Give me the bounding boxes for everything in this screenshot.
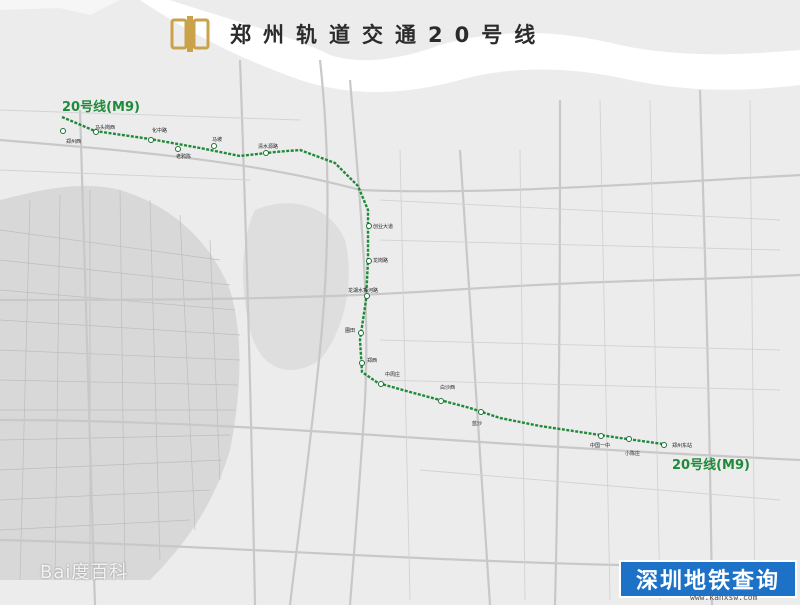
station-label: 中周庄 xyxy=(385,372,401,378)
station-marker xyxy=(365,222,372,229)
station-marker xyxy=(477,408,484,415)
basemap xyxy=(0,0,800,605)
station-label: 马头岗西 xyxy=(95,125,116,131)
station-label: 郑州东站 xyxy=(672,443,693,449)
zhengzhou-metro-logo xyxy=(170,16,210,52)
map-title: 郑州轨道交通20号线 xyxy=(230,23,548,47)
station-marker xyxy=(357,329,364,336)
station-marker xyxy=(174,145,181,152)
title-bar: 郑州轨道交通20号线 xyxy=(168,14,547,54)
station-marker xyxy=(210,142,217,149)
station-marker xyxy=(625,435,632,442)
site-url: www.kanxsw.com xyxy=(690,593,758,602)
baidu-watermark: Bai度百科 xyxy=(40,562,129,583)
site-watermark-text: 深圳地铁查询 xyxy=(635,569,780,594)
station-label: 小陈庄 xyxy=(625,451,641,457)
station-marker xyxy=(597,432,604,439)
station-marker xyxy=(377,380,384,387)
station-label: 老鸦陈 xyxy=(176,154,192,160)
station-label: 蓝沙 xyxy=(472,421,483,427)
station-label: 圃田 xyxy=(345,328,356,334)
line-label-bottom: 20号线(M9) xyxy=(672,458,750,473)
station-marker xyxy=(358,359,365,366)
station-label: 龙岗路 xyxy=(373,258,389,264)
metro-map: 郑州轨道交通20号线 20号线(M9) 20号线(M9) 郑州西 马头岗西化中路老… xyxy=(0,0,800,605)
line-label-top: 20号线(M9) xyxy=(62,100,140,115)
station-label: 龙湖水秀河路 xyxy=(348,288,379,294)
station-marker xyxy=(147,136,154,143)
station-label: 创业大道 xyxy=(373,224,394,230)
station-label: 白沙西 xyxy=(440,385,456,391)
station-label: 郑州西 xyxy=(66,139,82,145)
station-marker xyxy=(660,441,667,448)
station-label: 中国一中 xyxy=(590,443,611,449)
station-label: 化中路 xyxy=(152,128,168,134)
station-label: 郑西 xyxy=(367,358,378,364)
station-marker xyxy=(365,257,372,264)
station-label: 清水源路 xyxy=(258,144,279,150)
station-marker xyxy=(437,397,444,404)
station-marker xyxy=(262,149,269,156)
station-marker xyxy=(59,127,66,134)
station-label: 马坡 xyxy=(212,137,223,143)
